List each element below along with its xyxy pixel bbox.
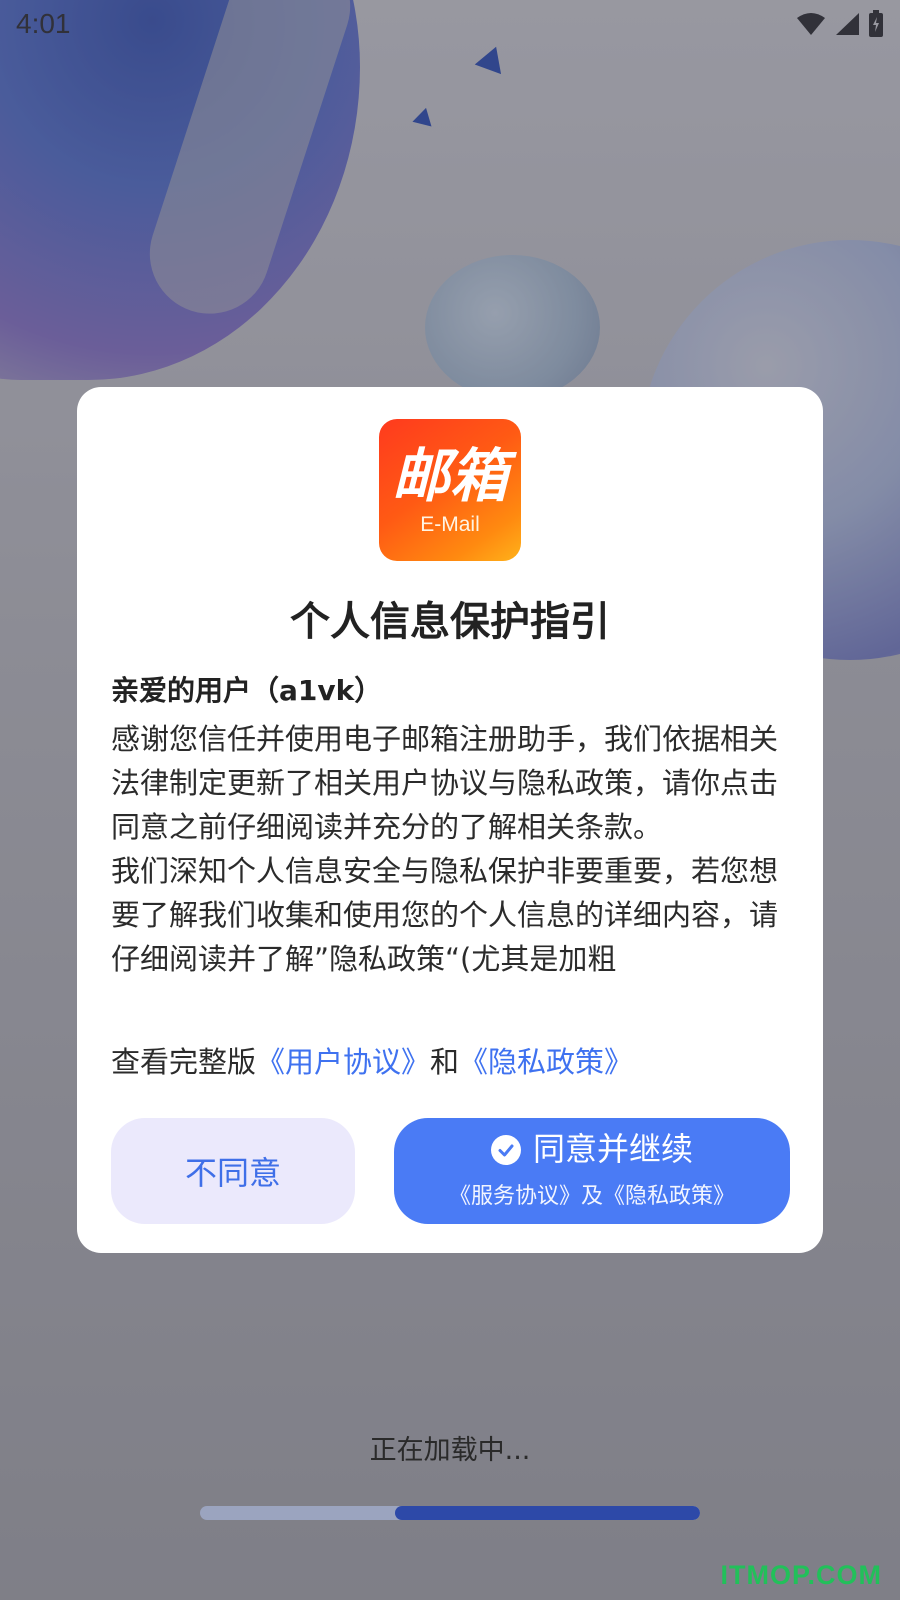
full-version-and: 和: [430, 1045, 460, 1079]
app-logo-text: 邮箱: [391, 442, 508, 510]
loading-progress-fill: [395, 1506, 700, 1520]
body-paragraph: 感谢您信任并使用电子邮箱注册助手，我们依据相关法律制定更新了相关用户协议与隐私政…: [111, 722, 779, 844]
app-logo-subtext: E-Mail: [420, 513, 480, 536]
loading-progress-bar: [200, 1506, 700, 1520]
privacy-dialog: 邮箱 E-Mail 个人信息保护指引 亲爱的用户（a1vk） 感谢您信任并使用电…: [77, 387, 823, 1253]
loading-text: 正在加载中...: [369, 1435, 531, 1466]
agree-main-row: 同意并继续: [490, 1131, 693, 1168]
greeting: 亲爱的用户（a1vk）: [111, 674, 383, 707]
agree-button-label: 同意并继续: [532, 1131, 693, 1168]
user-agreement-link[interactable]: 《用户协议》: [256, 1045, 430, 1079]
agree-button-sublabel: 《服务协议》及《隐私政策》: [448, 1182, 735, 1208]
agree-continue-button[interactable]: 同意并继续 《服务协议》及《隐私政策》: [394, 1118, 790, 1224]
full-version-line: 查看完整版《用户协议》和《隐私政策》: [111, 1039, 633, 1081]
privacy-policy-link[interactable]: 《隐私政策》: [459, 1045, 633, 1079]
app-logo: 邮箱 E-Mail: [379, 419, 521, 561]
full-version-prefix: 查看完整版: [111, 1045, 257, 1079]
disagree-button[interactable]: 不同意: [111, 1118, 355, 1224]
body-paragraph: 我们深知个人信息安全与隐私保护非要重要，若您想要了解我们收集和使用您的个人信息的…: [111, 854, 779, 976]
check-circle-icon: [490, 1135, 521, 1165]
dialog-body-scroll[interactable]: 感谢您信任并使用电子邮箱注册助手，我们依据相关法律制定更新了相关用户协议与隐私政…: [111, 717, 781, 1015]
watermark: ITMOP.COM: [720, 1560, 882, 1590]
dialog-title: 个人信息保护指引: [290, 599, 610, 645]
